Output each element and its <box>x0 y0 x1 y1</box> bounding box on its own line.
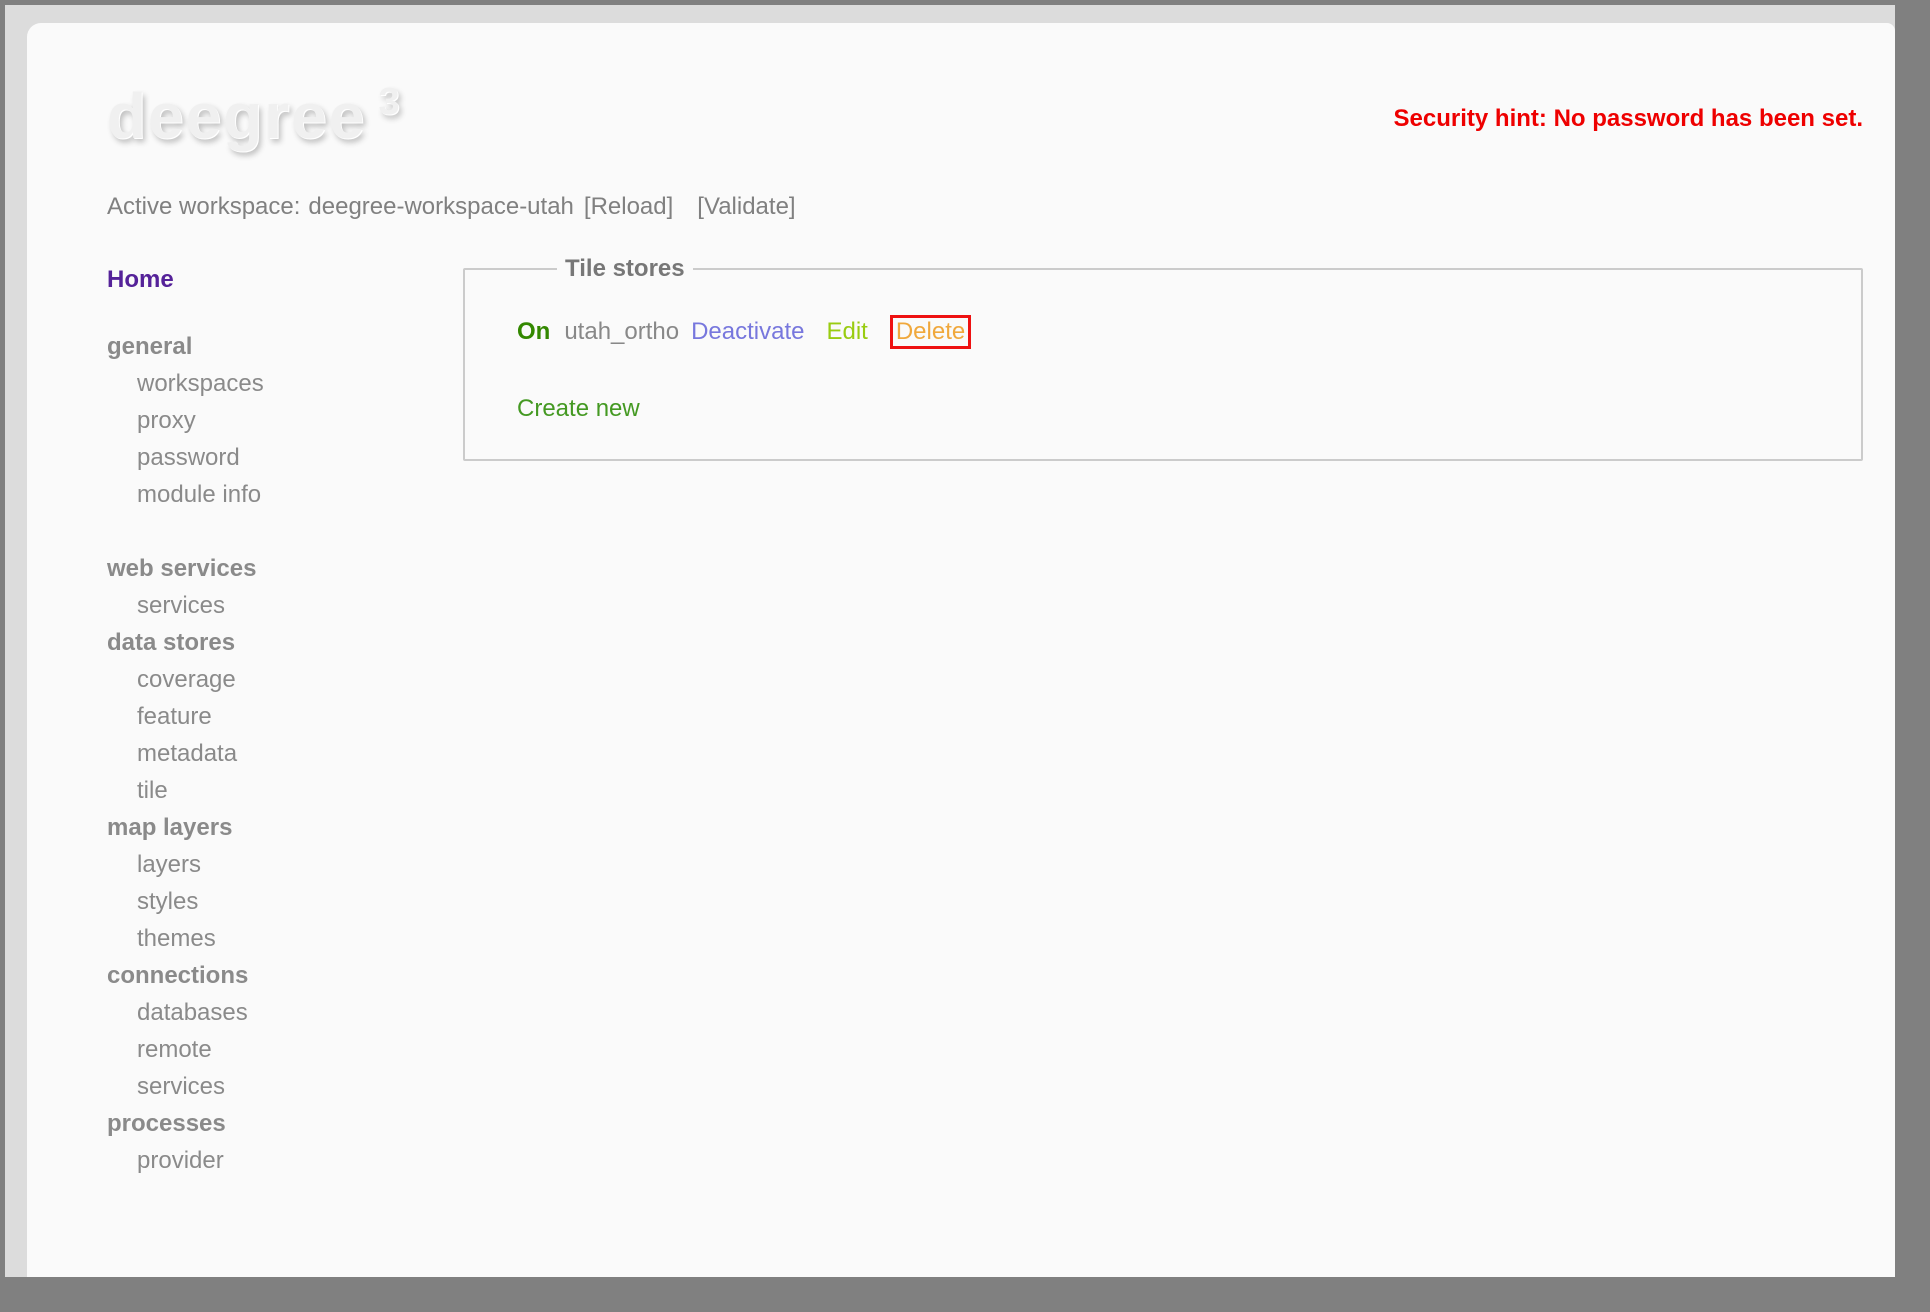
sidebar-sections: general workspaces proxy password module inf… <box>107 328 463 1179</box>
desktop-background: Security hint: No password has been set.… <box>5 5 1895 1277</box>
sidebar-section-data-stores: data stores coverage feature metadata tile <box>107 624 463 809</box>
store-status: On <box>517 318 551 345</box>
active-workspace-label: Active workspace: <box>107 193 301 220</box>
sidebar-item-data-stores-tile[interactable]: tile <box>107 772 463 809</box>
reload-link[interactable]: [Reload] <box>584 193 673 220</box>
sidebar-item-processes-provider[interactable]: provider <box>107 1142 463 1179</box>
sidebar-group-processes: processes <box>107 1110 226 1137</box>
active-workspace-line: Active workspace: deegree-workspace-utah [… <box>107 193 1863 221</box>
sidebar-item-web-services-services[interactable]: services <box>107 587 463 624</box>
sidebar-item-connections-remote[interactable]: remote <box>107 1031 463 1068</box>
sidebar-item-general-proxy[interactable]: proxy <box>107 402 463 439</box>
sidebar-group-map-layers: map layers <box>107 814 233 841</box>
security-hint: Security hint: No password has been set. <box>1393 105 1863 132</box>
sidebar-item-map-layers-themes[interactable]: themes <box>107 920 463 957</box>
sidebar-item-data-stores-feature[interactable]: feature <box>107 698 463 735</box>
deegree-logo-text: deegree <box>107 80 367 152</box>
sidebar-item-connections-databases[interactable]: databases <box>107 994 463 1031</box>
sidebar-item-connections-services[interactable]: services <box>107 1068 463 1105</box>
sidebar-group-data-stores: data stores <box>107 629 236 656</box>
store-rows: On utah_ortho Deactivate Edit Delete <box>517 315 1861 349</box>
active-workspace-name: deegree-workspace-utah <box>308 193 574 220</box>
content-columns: Home general workspaces proxy password modul… <box>107 221 1863 1179</box>
sidebar-item-home[interactable]: Home <box>107 261 463 298</box>
deactivate-link[interactable]: Deactivate <box>691 318 804 346</box>
create-new-link[interactable]: Create new <box>517 395 640 423</box>
tile-stores-panel: Tile stores On utah_ortho Deactivate Edit De… <box>463 255 1863 461</box>
sidebar-section-general: general workspaces proxy password module inf… <box>107 328 463 513</box>
sidebar-group-connections: connections <box>107 962 249 989</box>
delete-link[interactable]: Delete <box>889 315 972 349</box>
store-row: On utah_ortho Deactivate Edit Delete <box>517 315 1861 349</box>
sidebar-item-general-workspaces[interactable]: workspaces <box>107 365 463 402</box>
sidebar-item-map-layers-layers[interactable]: layers <box>107 846 463 883</box>
sidebar-item-data-stores-coverage[interactable]: coverage <box>107 661 463 698</box>
validate-link[interactable]: [Validate] <box>697 193 795 220</box>
sidebar-item-data-stores-metadata[interactable]: metadata <box>107 735 463 772</box>
sidebar-section-map-layers: map layers layers styles themes <box>107 809 463 957</box>
sidebar-section-processes: processes provider <box>107 1105 463 1179</box>
deegree-logo: deegree 3 <box>107 79 527 153</box>
sidebar-section-connections: connections databases remote services <box>107 957 463 1105</box>
sidebar: Home general workspaces proxy password modul… <box>107 261 463 1179</box>
sidebar-item-general-module-info[interactable]: module info <box>107 476 463 513</box>
sidebar-group-web-services: web services <box>107 555 257 582</box>
deegree-logo-version: 3 <box>378 81 402 123</box>
console-page: Security hint: No password has been set.… <box>27 23 1895 1277</box>
edit-link[interactable]: Edit <box>826 318 867 346</box>
sidebar-section-web-services: web services services <box>107 550 463 624</box>
sidebar-group-general: general <box>107 333 193 360</box>
store-name: utah_ortho <box>564 318 680 345</box>
sidebar-item-general-password[interactable]: password <box>107 439 463 476</box>
main-content: Tile stores On utah_ortho Deactivate Edit De… <box>463 221 1863 461</box>
sidebar-item-map-layers-styles[interactable]: styles <box>107 883 463 920</box>
tile-stores-legend: Tile stores <box>565 255 685 282</box>
